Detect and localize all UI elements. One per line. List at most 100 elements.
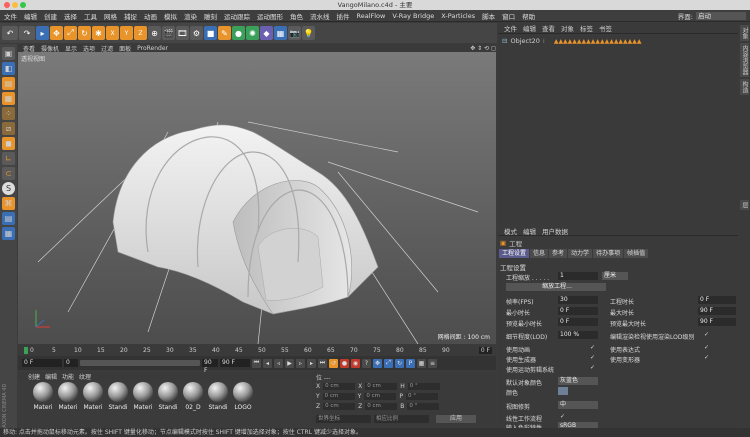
material-menu-edit[interactable]: 编辑 [45,372,57,381]
size-y-field[interactable]: 0 cm [364,393,397,400]
menu-file[interactable]: 文件 [4,11,17,21]
render-view-icon[interactable]: 🎬 [162,26,175,40]
next-key-icon[interactable]: ▸ [307,358,316,368]
key-rotation-icon[interactable]: ↻ [395,358,404,368]
pen-spline-icon[interactable]: ✎ [218,26,231,40]
end-frame-field[interactable]: 90 F [220,359,250,367]
use-animation-checkbox[interactable]: ✓ [590,345,596,351]
tab-layers[interactable]: 层 [740,200,749,210]
loop-icon[interactable]: ↺ [329,358,338,368]
material-menu-texture[interactable]: 纹理 [79,372,91,381]
object-menu-edit[interactable]: 编辑 [523,23,536,33]
key-param-icon[interactable]: P [406,358,415,368]
edges-mode-icon[interactable]: ⧄ [2,122,15,135]
key-position-icon[interactable]: ✥ [373,358,382,368]
use-generators-checkbox[interactable]: ✓ [590,355,596,361]
menu-plugins[interactable]: 插件 [337,11,350,21]
min-time-field[interactable]: 0 F [558,307,598,315]
current-frame-field[interactable]: 0 [64,359,78,367]
prev-frame-icon[interactable]: ◃ [274,358,283,368]
menu-realflow[interactable]: RealFlow [357,12,386,20]
range-slider[interactable] [80,360,200,366]
view-clip-dropdown[interactable]: 中 [558,401,598,409]
menu-mesh[interactable]: 网格 [104,11,117,21]
object-menu-bookmarks[interactable]: 书签 [599,23,612,33]
play-icon[interactable]: ▶ [285,358,294,368]
workplane-icon[interactable]: ▦ [2,92,15,105]
tab-reference[interactable]: 参考 [549,249,568,258]
menu-animate[interactable]: 动画 [144,11,157,21]
project-time-field[interactable]: 0 F [698,296,736,304]
timeline-icon[interactable]: ≡ [428,358,437,368]
apply-button[interactable]: 应用 [436,415,476,423]
material-item[interactable]: Materi [132,382,154,418]
size-z-field[interactable]: 0 cm [365,403,398,410]
menu-select[interactable]: 选择 [64,11,77,21]
menu-window[interactable]: 窗口 [502,11,515,21]
render-settings-icon[interactable]: ⚙ [190,26,203,40]
lod-field[interactable]: 100 % [558,331,598,339]
snap-icon[interactable]: S [2,182,15,195]
object-name[interactable]: Object20 [510,37,539,45]
attribute-menu-mode[interactable]: 模式 [504,226,517,236]
keyframe-selection-icon[interactable]: ? [362,358,371,368]
grid-icon[interactable]: ▦ [2,227,15,240]
scene-icon[interactable]: ▦ [274,26,287,40]
material-item[interactable]: Materi [32,382,54,418]
auto-key-icon[interactable]: ◉ [351,358,360,368]
material-item[interactable]: 02_D [182,382,204,418]
rot-b-field[interactable]: 0 ° [407,403,440,410]
menu-create[interactable]: 创建 [44,11,57,21]
menu-motion-tracking[interactable]: 运动跟踪 [224,11,250,21]
material-item[interactable]: Standi [157,382,179,418]
nurbs-icon[interactable]: ● [232,26,245,40]
scale-mode-dropdown[interactable]: 相应比例 [374,415,429,423]
scale-field[interactable]: 1 [558,272,598,280]
playhead[interactable] [24,347,28,354]
move-tool-icon[interactable]: ✥ [50,26,63,40]
select-tool-icon[interactable]: ▸ [36,26,49,40]
menu-pipeline[interactable]: 流水线 [310,11,330,21]
tab-dynamics[interactable]: 动力学 [568,249,593,258]
tab-structure[interactable]: 构造 [740,79,749,95]
material-item[interactable]: Standi [107,382,129,418]
render-picture-viewer-icon[interactable]: 🎞 [176,26,189,40]
use-deformers-checkbox[interactable]: ✓ [704,355,710,361]
tab-frame-interpolation[interactable]: 帧插值 [624,249,649,258]
solo-mode-icon[interactable]: ▤ [2,212,15,225]
x-axis-icon[interactable]: X [106,26,119,40]
menu-snap[interactable]: 捕捉 [124,11,137,21]
rot-p-field[interactable]: 0 ° [405,393,438,400]
scale-project-button[interactable]: 缩放工程... [506,283,606,291]
points-mode-icon[interactable]: ⁘ [2,107,15,120]
max-time-field[interactable]: 90 F [698,307,736,315]
object-menu-objects[interactable]: 对象 [561,23,574,33]
coord-mode-dropdown[interactable]: 世界坐标 [316,415,371,423]
tweak-mode-icon[interactable]: ⊂ [2,167,15,180]
tab-todo[interactable]: 待办事项 [593,249,624,258]
viewport-nav-icon[interactable]: ✥ ⇕ ⟲ ◻ [470,45,496,52]
deformer-icon[interactable]: ◆ [260,26,273,40]
coordinate-system-icon[interactable]: ⊕ [148,26,161,40]
viewport-menu-prorender[interactable]: ProRender [137,45,168,52]
preview-min-field[interactable]: 0 F [558,318,598,326]
material-item[interactable]: Materi [57,382,79,418]
prev-key-icon[interactable]: ◂ [263,358,272,368]
rot-h-field[interactable]: 0 ° [407,383,440,390]
menu-character[interactable]: 角色 [290,11,303,21]
timeline-ruler[interactable]: 0 5 10 15 20 25 30 35 40 45 50 55 60 65 … [18,345,496,356]
z-axis-icon[interactable]: Z [134,26,147,40]
material-menu-create[interactable]: 创建 [28,372,40,381]
polygons-mode-icon[interactable]: ◼ [2,137,15,150]
material-item[interactable]: Materi [82,382,104,418]
menu-script[interactable]: 脚本 [482,11,495,21]
perspective-viewport[interactable]: 透视视图 网格间距: 100 cm [18,52,496,344]
attribute-menu-user-data[interactable]: 用户数据 [542,226,568,236]
redo-icon[interactable]: ↷ [19,26,35,40]
fps-field[interactable]: 30 [558,296,598,304]
pos-z-field[interactable]: 0 cm [323,403,356,410]
render-lod-checkbox[interactable]: ✓ [704,332,710,338]
object-menu-tags[interactable]: 标签 [580,23,593,33]
menu-x-particles[interactable]: X-Particles [441,12,475,20]
default-color-dropdown[interactable]: 灰蓝色 [558,377,598,385]
